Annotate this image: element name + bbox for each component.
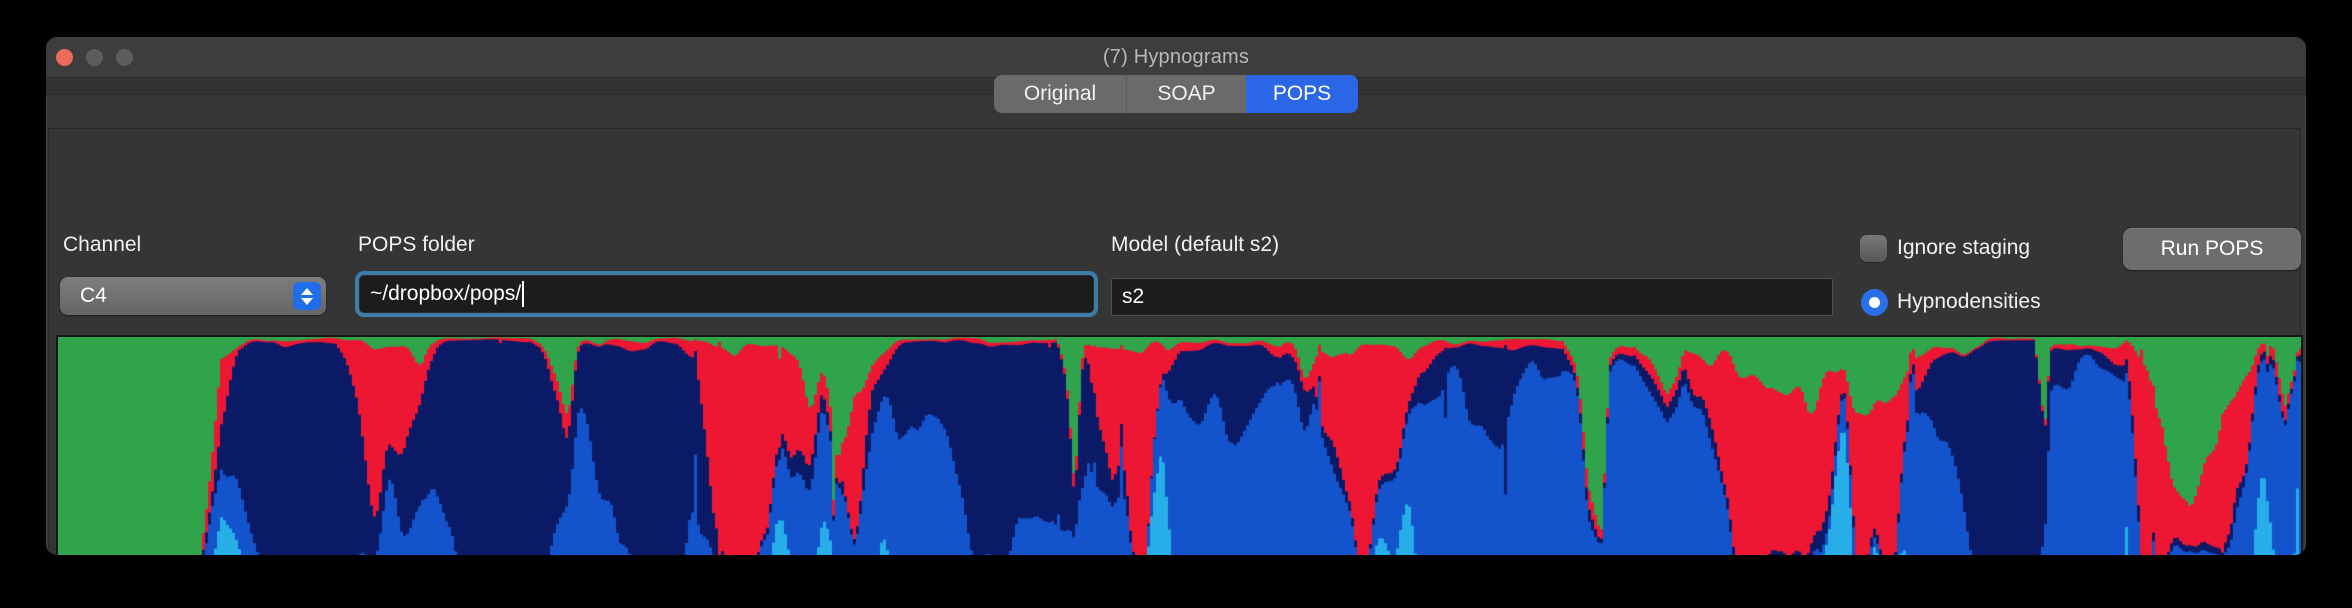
- run-pops-button[interactable]: Run POPS: [2123, 228, 2301, 270]
- hypnograms-window: (7) Hypnograms Original SOAP POPS Channe…: [46, 37, 2306, 555]
- hypnodensities-radio[interactable]: [1861, 289, 1888, 316]
- titlebar: (7) Hypnograms: [46, 37, 2306, 78]
- model-input[interactable]: s2: [1111, 278, 1833, 316]
- dropdown-stepper-icon: [293, 282, 321, 310]
- window-title: (7) Hypnograms: [1102, 45, 1250, 68]
- close-button[interactable]: [56, 49, 73, 66]
- model-label: Model (default s2): [1111, 233, 1280, 256]
- pops-folder-label: POPS folder: [358, 233, 475, 256]
- traffic-lights: [56, 37, 133, 78]
- content-panel: Channel POPS folder Model (default s2) C…: [48, 128, 2303, 555]
- ignore-staging-checkbox[interactable]: [1860, 235, 1887, 262]
- zoom-button[interactable]: [116, 49, 133, 66]
- text-caret: [522, 281, 525, 307]
- pops-folder-input[interactable]: ~/dropbox/pops/: [355, 271, 1098, 317]
- channel-dropdown[interactable]: C4: [60, 277, 326, 315]
- ignore-staging-label: Ignore staging: [1897, 236, 2031, 259]
- hypnodensities-label: Hypnodensities: [1897, 290, 2041, 313]
- channel-label: Channel: [63, 233, 142, 256]
- hypnodensity-chart: [56, 335, 2303, 555]
- model-value: s2: [1122, 285, 1145, 308]
- tab-pops[interactable]: POPS: [1246, 75, 1358, 113]
- hypnodensity-canvas: [58, 337, 2301, 555]
- view-segmented-control: Original SOAP POPS: [994, 75, 1358, 113]
- minimize-button[interactable]: [86, 49, 103, 66]
- channel-value: C4: [80, 284, 107, 307]
- tab-soap[interactable]: SOAP: [1126, 75, 1246, 113]
- tab-original[interactable]: Original: [994, 75, 1126, 113]
- pops-folder-value: ~/dropbox/pops/: [370, 282, 522, 305]
